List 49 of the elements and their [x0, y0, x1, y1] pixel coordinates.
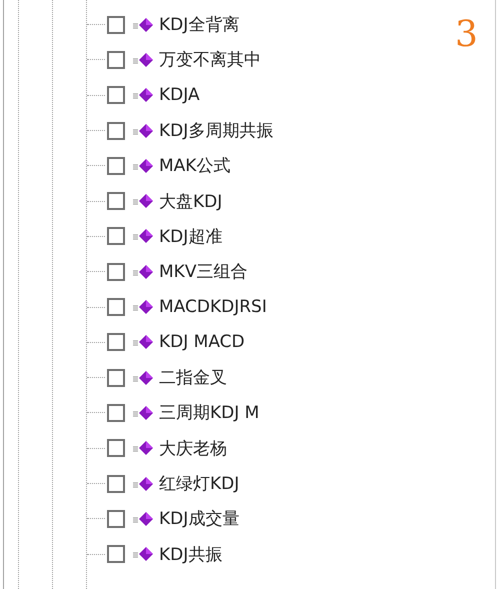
tree-item-label[interactable]: KDJ成交量: [159, 507, 240, 530]
gem-icon: [132, 474, 154, 492]
tree-item-label[interactable]: KDJ共振: [159, 542, 222, 566]
checkbox[interactable]: [107, 156, 125, 175]
gem-icon: [132, 439, 154, 458]
tree-item-label[interactable]: MKV三组合: [159, 260, 248, 284]
checkbox[interactable]: [107, 368, 125, 387]
tree-item-label[interactable]: 大盘KDJ: [159, 190, 222, 213]
checkbox[interactable]: [107, 298, 125, 316]
gem-icon: [132, 510, 154, 528]
gem-icon: [132, 404, 154, 422]
checkbox[interactable]: [107, 510, 125, 528]
gem-icon: [132, 16, 154, 34]
gem-icon: [132, 156, 154, 175]
tree-item-label[interactable]: KDJ多周期共振: [159, 119, 274, 142]
tree-item-label[interactable]: KDJ全背离: [159, 13, 240, 36]
gem-icon: [132, 368, 154, 387]
tree-item-label[interactable]: 大庆老杨: [159, 436, 227, 460]
checkbox[interactable]: [107, 404, 125, 422]
gem-icon: [132, 545, 154, 564]
tree-item-label[interactable]: MACDKDJRSI: [159, 297, 267, 318]
tree-item-label[interactable]: 三周期KDJ M: [159, 401, 260, 424]
gem-icon: [132, 262, 154, 281]
tree-item-label[interactable]: KDJ MACD: [159, 332, 245, 352]
gem-icon: [132, 50, 154, 69]
checkbox[interactable]: [107, 122, 125, 140]
checkbox[interactable]: [107, 50, 125, 69]
checkbox[interactable]: [107, 474, 125, 492]
gem-icon: [132, 192, 154, 210]
gem-icon: [132, 298, 154, 316]
checkbox[interactable]: [107, 227, 125, 246]
checkbox[interactable]: [107, 545, 125, 564]
checkbox[interactable]: [107, 86, 125, 104]
gem-icon: [132, 227, 154, 246]
tree-item-label[interactable]: KDJ超准: [159, 224, 222, 248]
tree-item-label[interactable]: 红绿灯KDJ: [159, 472, 240, 495]
checkbox[interactable]: [107, 439, 125, 458]
tree-item-label[interactable]: 二指金叉: [159, 366, 227, 390]
checkbox[interactable]: [107, 192, 125, 210]
tree-item-label[interactable]: MAK公式: [159, 154, 230, 178]
page-number: 3: [455, 14, 478, 55]
checkbox[interactable]: [107, 333, 125, 352]
tree-item-label[interactable]: 万变不离其中: [159, 48, 261, 72]
checkbox[interactable]: [107, 262, 125, 281]
gem-icon: [132, 122, 154, 140]
gem-icon: [132, 333, 154, 352]
tree-item-label[interactable]: KDJA: [159, 85, 200, 106]
gem-icon: [132, 86, 154, 104]
checkbox[interactable]: [107, 16, 125, 34]
